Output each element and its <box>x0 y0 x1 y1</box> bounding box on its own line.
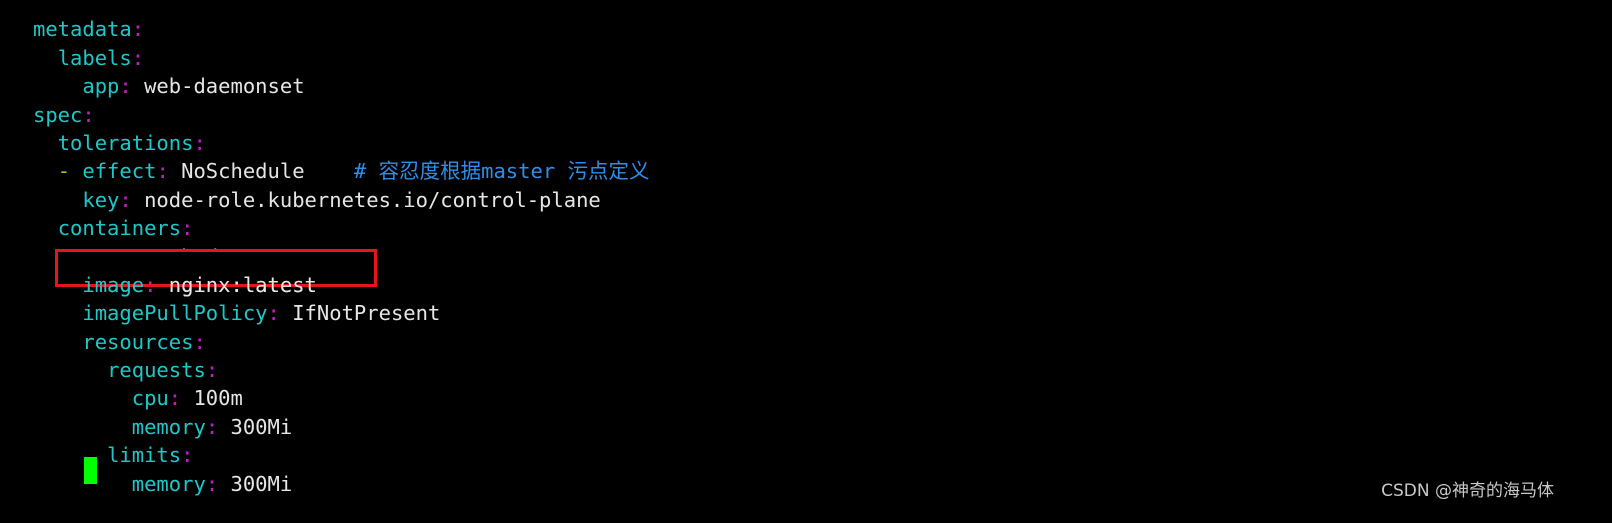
yaml-line-requests: requests: <box>33 356 1593 384</box>
yaml-key: tolerations <box>57 130 194 155</box>
yaml-key: labels <box>57 45 132 70</box>
yaml-value: IfNotPresent <box>279 301 441 326</box>
yaml-list-dash: - <box>57 159 83 184</box>
yaml-key: memory <box>131 414 206 439</box>
watermark: CSDN @神奇的海马体 <box>1381 481 1554 501</box>
yaml-key: cpu <box>131 386 169 411</box>
partial-char: ' <box>33 0 46 13</box>
yaml-line-containers: containers: <box>33 214 1593 242</box>
yaml-line-limits: limits: <box>33 441 1593 469</box>
yaml-line-key: key: node-role.kubernetes.io/control-pla… <box>33 186 1593 214</box>
yaml-colon: : <box>119 187 132 212</box>
yaml-colon: : <box>119 74 132 99</box>
yaml-value: node-role.kubernetes.io/control-plane <box>131 187 601 212</box>
yaml-key: imagePullPolicy <box>82 301 268 326</box>
yaml-colon: : <box>181 216 194 241</box>
yaml-line-imagepullpolicy: imagePullPolicy: IfNotPresent <box>33 299 1593 327</box>
yaml-line-memory-request: memory: 300Mi <box>33 413 1593 441</box>
yaml-key: key <box>82 187 120 212</box>
yaml-colon: : <box>168 386 182 411</box>
yaml-value: 300Mi <box>218 414 293 439</box>
yaml-colon: : <box>205 414 219 439</box>
yaml-key: effect <box>82 159 157 184</box>
yaml-key: memory <box>131 471 206 496</box>
yaml-colon: : <box>193 329 206 354</box>
yaml-line-metadata: metadata: <box>33 15 1593 43</box>
yaml-line-tolerations: tolerations: <box>33 129 1593 157</box>
yaml-key: metadata <box>33 17 132 42</box>
yaml-colon: : <box>156 159 169 184</box>
yaml-line-resources: resources: <box>33 328 1593 356</box>
terminal-cursor <box>84 457 97 484</box>
yaml-key: containers <box>57 216 182 241</box>
yaml-value: web-daemonset <box>131 74 305 99</box>
yaml-colon: : <box>131 45 145 70</box>
yaml-line-memory-limit: memory: 300Mi <box>33 470 1593 498</box>
yaml-colon: : <box>181 443 194 468</box>
yaml-line-effect: - effect: NoSchedule # 容忍度根据master 污点定义 <box>33 157 1593 185</box>
yaml-value: NoSchedule <box>168 159 354 184</box>
highlight-box-image-line <box>55 249 377 287</box>
yaml-key: spec <box>33 102 83 127</box>
yaml-key: requests <box>107 358 206 383</box>
yaml-colon: : <box>205 471 219 496</box>
yaml-colon: : <box>82 102 95 127</box>
yaml-colon: : <box>205 358 219 383</box>
yaml-line-app: app: web-daemonset <box>33 72 1593 100</box>
yaml-line: ' <box>33 0 1593 15</box>
yaml-colon: : <box>193 130 206 155</box>
yaml-value: 300Mi <box>218 471 293 496</box>
yaml-key: app <box>82 74 120 99</box>
yaml-comment: # 容忍度根据master 污点定义 <box>353 159 650 184</box>
yaml-value: 100m <box>181 386 243 411</box>
yaml-colon: : <box>267 301 280 326</box>
yaml-key: resources <box>82 329 194 354</box>
yaml-colon: : <box>131 17 145 42</box>
yaml-line-labels: labels: <box>33 44 1593 72</box>
yaml-line-spec: spec: <box>33 101 1593 129</box>
yaml-key: limits <box>107 443 182 468</box>
yaml-line-cpu: cpu: 100m <box>33 384 1593 412</box>
